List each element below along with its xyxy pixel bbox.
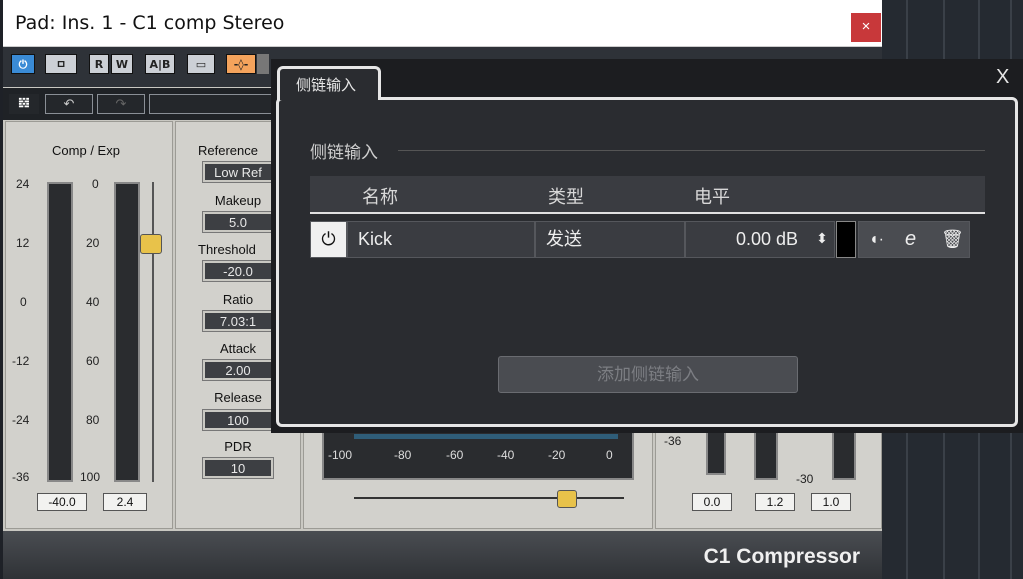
- slider-track: [354, 497, 624, 499]
- column-level: 电平: [694, 187, 730, 207]
- attack-value[interactable]: 2.00: [203, 360, 273, 380]
- undo-icon[interactable]: ↶: [45, 94, 93, 114]
- table-header: 名称 类型 电平: [310, 176, 985, 214]
- bypass-button[interactable]: ㅁ: [45, 54, 77, 74]
- preset-button[interactable]: ▭: [187, 54, 215, 74]
- scale-tick: 24: [16, 177, 30, 191]
- waves-logo-icon[interactable]: 𝍌: [9, 94, 39, 114]
- close-button[interactable]: ×: [851, 13, 881, 42]
- scale-tick: 40: [86, 295, 100, 309]
- input-value[interactable]: -40.0: [37, 493, 87, 511]
- ab-compare-button[interactable]: A|B: [145, 54, 175, 74]
- attack-label: Attack: [219, 341, 257, 356]
- scale-tick: -30: [796, 472, 814, 486]
- meter-tick: -80: [394, 448, 412, 462]
- scale-tick: 0: [92, 177, 99, 191]
- brand-label: C1 Compressor: [703, 545, 860, 568]
- meter: [706, 430, 726, 475]
- section-title: 侧链输入: [310, 143, 378, 162]
- comp-exp-panel: Comp / Exp 24 12 0 -12 -24 -36 0 20 40 6…: [5, 121, 173, 529]
- meter-tick: 0: [606, 448, 613, 462]
- ratio-label: Ratio: [222, 292, 254, 307]
- title-bar: Pad: Ins. 1 - C1 comp Stereo ×: [3, 0, 882, 47]
- value-box[interactable]: 1.0: [811, 493, 851, 511]
- meter-tick: -20: [548, 448, 566, 462]
- ratio-value[interactable]: 7.03:1: [203, 311, 273, 331]
- meter-tick: -100: [328, 448, 353, 462]
- redo-icon[interactable]: ↷: [97, 94, 145, 114]
- pdr-value[interactable]: 10: [203, 458, 273, 478]
- scale-tick: -24: [12, 413, 30, 427]
- scale-tick: -36: [12, 470, 30, 484]
- chevron-down-icon[interactable]: [257, 54, 269, 74]
- release-label: Release: [214, 390, 262, 405]
- row-actions: ◖· e 🗑: [858, 221, 970, 258]
- pdr-label: PDR: [224, 439, 252, 454]
- write-button[interactable]: W: [111, 54, 133, 74]
- column-type: 类型: [548, 187, 584, 207]
- level-stepper-icon[interactable]: ⬍: [810, 221, 834, 258]
- value-box[interactable]: 1.2: [755, 493, 795, 511]
- scale-tick: 80: [86, 413, 100, 427]
- scale-tick: 12: [16, 236, 30, 250]
- add-sidechain-button[interactable]: 添加侧链输入: [498, 356, 798, 393]
- preset-name-field[interactable]: [149, 94, 279, 114]
- makeup-value[interactable]: 5.0: [203, 212, 273, 232]
- meter: [754, 430, 778, 480]
- slider-track: [152, 182, 154, 482]
- reference-value[interactable]: Low Ref: [203, 162, 273, 182]
- threshold-value[interactable]: -20.0: [203, 261, 273, 281]
- gain-meter: [47, 182, 73, 482]
- scale-tick: -12: [12, 354, 30, 368]
- tab-sidechain-label: 侧链输入: [296, 77, 357, 94]
- row-name[interactable]: Kick: [347, 221, 535, 258]
- color-swatch[interactable]: [836, 221, 856, 258]
- threshold-slider-thumb[interactable]: [140, 234, 162, 254]
- comp-exp-label: Comp / Exp: [52, 143, 120, 158]
- monitor-icon[interactable]: ◖·: [869, 222, 884, 257]
- scale-tick: -36: [664, 434, 682, 448]
- level-meter-bar: [354, 434, 618, 439]
- scale-tick: 100: [80, 470, 101, 484]
- activate-icon[interactable]: ⏻: [310, 221, 347, 258]
- plugin-footer: C1 Compressor: [3, 531, 882, 579]
- meter-tick: -60: [446, 448, 464, 462]
- gain-reduction-meter: [114, 182, 140, 482]
- attack-slider-thumb[interactable]: [557, 490, 577, 508]
- dialog-close-button[interactable]: X: [996, 66, 1009, 89]
- row-type[interactable]: 发送: [535, 221, 685, 258]
- release-value[interactable]: 100: [203, 410, 273, 430]
- power-button[interactable]: ⏻: [11, 54, 35, 74]
- scale-tick: 20: [86, 236, 100, 250]
- reduction-value[interactable]: 2.4: [103, 493, 147, 511]
- scale-tick: 0: [20, 295, 27, 309]
- meter: [832, 430, 856, 480]
- makeup-label: Makeup: [214, 193, 262, 208]
- edit-icon[interactable]: e: [905, 222, 916, 257]
- sidechain-button[interactable]: -◊-: [226, 54, 256, 74]
- table-row: ⏻ Kick 发送 0.00 dB ⬍ ◖· e 🗑: [310, 221, 970, 258]
- window-title: Pad: Ins. 1 - C1 comp Stereo: [15, 12, 285, 34]
- divider: [398, 150, 985, 151]
- meter-tick: -40: [497, 448, 515, 462]
- column-name: 名称: [362, 187, 398, 207]
- scale-tick: 60: [86, 354, 100, 368]
- read-button[interactable]: R: [89, 54, 109, 74]
- trash-icon[interactable]: 🗑: [941, 222, 964, 257]
- value-box[interactable]: 0.0: [692, 493, 732, 511]
